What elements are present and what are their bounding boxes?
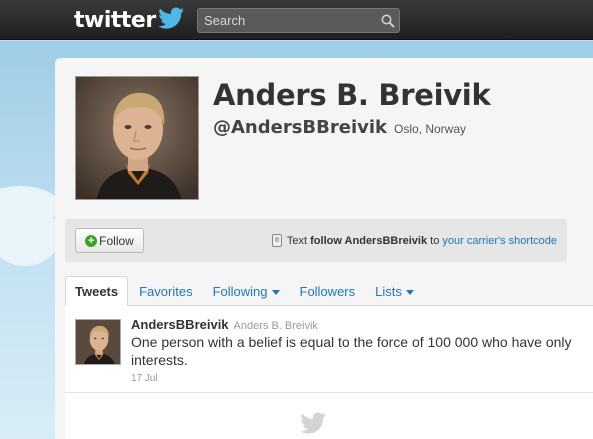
- carrier-shortcode-link[interactable]: your carrier's shortcode: [442, 235, 557, 247]
- profile-location: Oslo, Norway: [394, 122, 467, 136]
- cloud-decoration: [0, 206, 60, 266]
- top-navigation-bar: twitter: [0, 0, 593, 40]
- tab-lists[interactable]: Lists: [366, 276, 423, 306]
- tab-label: Favorites: [139, 283, 193, 299]
- phone-icon: [271, 234, 282, 247]
- tab-following[interactable]: Following: [204, 276, 289, 306]
- profile-handle: @AndersBBreivik: [213, 117, 387, 138]
- plus-icon: +: [85, 234, 98, 247]
- twitter-bird-icon: [300, 412, 328, 439]
- follow-button-label: Follow: [99, 233, 134, 248]
- follow-bar: + Follow Text follow AndersBBreivik to y…: [65, 219, 567, 262]
- tweet-username[interactable]: AndersBBreivik: [131, 317, 229, 332]
- chevron-down-icon: [271, 289, 280, 295]
- tab-favorites[interactable]: Favorites: [130, 276, 201, 306]
- search-input[interactable]: [198, 9, 380, 32]
- tweet-avatar[interactable]: [75, 319, 121, 365]
- tweet-header: AndersBBreivik Anders B. Breivik: [131, 317, 318, 332]
- tab-label: Lists: [375, 283, 402, 299]
- tweet-feed: AndersBBreivik Anders B. Breivik One per…: [65, 306, 593, 439]
- profile-handle-row: @AndersBBreivik Oslo, Norway: [213, 117, 466, 138]
- tab-followers[interactable]: Followers: [291, 276, 365, 306]
- search-icon[interactable]: [380, 10, 395, 32]
- sms-prefix: Text: [286, 234, 308, 247]
- logo-text: twitter: [74, 7, 156, 33]
- search-box[interactable]: [197, 8, 400, 33]
- tweet-item[interactable]: AndersBBreivik Anders B. Breivik One per…: [65, 306, 593, 393]
- twitter-bird-icon: [157, 7, 185, 34]
- sms-to: to: [430, 234, 440, 247]
- tab-label: Tweets: [75, 284, 119, 299]
- tab-label: Followers: [299, 283, 356, 299]
- follow-button[interactable]: + Follow: [75, 228, 144, 253]
- tweet-text: One person with a belief is equal to the…: [131, 334, 572, 368]
- profile-panel: Anders B. Breivik @AndersBBreivik Oslo, …: [55, 58, 593, 439]
- tab-label: Following: [212, 283, 268, 299]
- tweet-timestamp[interactable]: 17 Jul: [131, 373, 158, 384]
- tweet-fullname: Anders B. Breivik: [233, 320, 318, 332]
- profile-avatar[interactable]: [75, 76, 199, 200]
- profile-name: Anders B. Breivik: [213, 78, 491, 112]
- chevron-down-icon: [405, 289, 414, 295]
- twitter-logo[interactable]: twitter: [74, 7, 185, 33]
- profile-tabs: Tweets Favorites Following Followers Lis…: [65, 276, 593, 307]
- sms-follow-text: Text follow AndersBBreivik to your carri…: [271, 234, 557, 247]
- tab-tweets[interactable]: Tweets: [65, 276, 129, 307]
- sms-follow-command: follow AndersBBreivik: [310, 234, 428, 247]
